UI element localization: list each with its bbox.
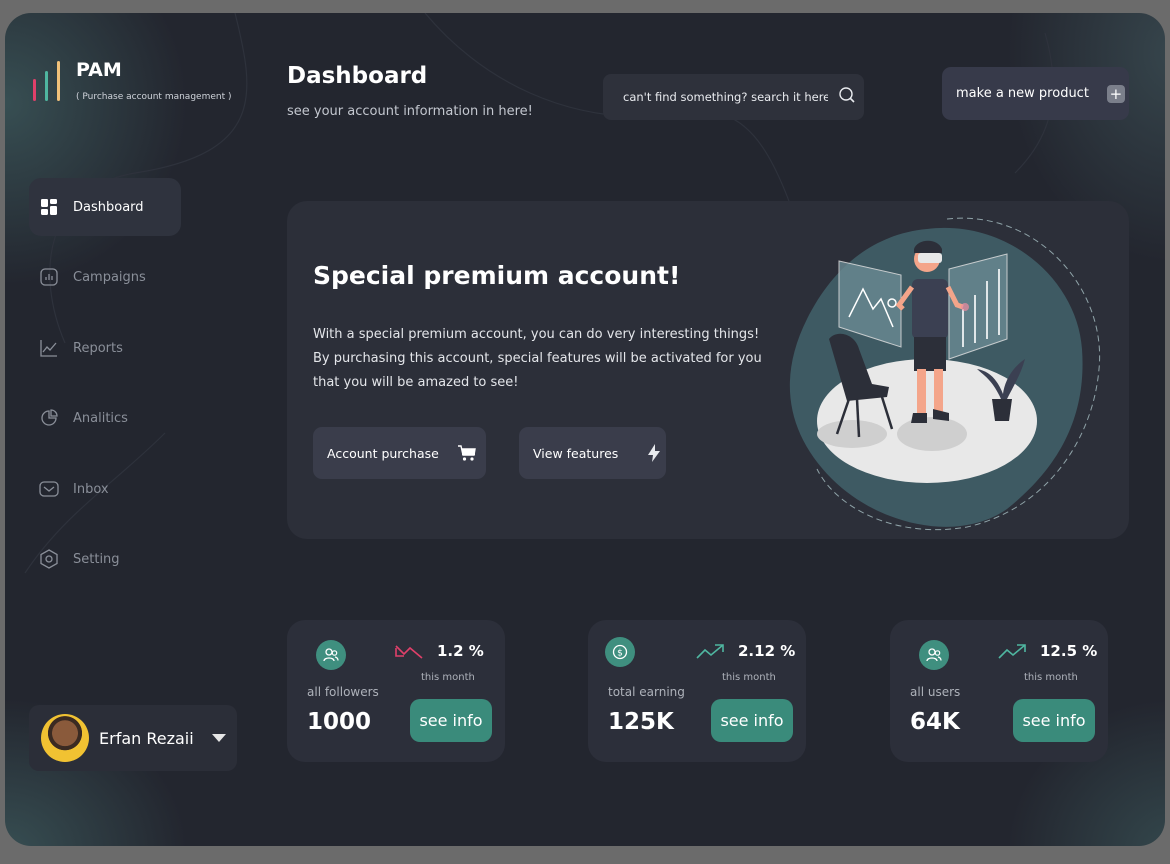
app-subtitle: ( Purchase account management ) <box>76 92 232 102</box>
chevron-down-icon[interactable] <box>211 734 226 742</box>
users-icon <box>316 640 346 670</box>
cart-icon <box>457 445 476 461</box>
stat-period: this month <box>1024 672 1078 683</box>
stat-card-users: 12.5 % this month all users 64K see info <box>890 620 1108 762</box>
account-purchase-label: Account purchase <box>327 445 439 461</box>
pie-chart-icon <box>39 408 59 428</box>
account-purchase-button[interactable]: Account purchase <box>313 427 486 479</box>
sidebar-item-label: Setting <box>73 551 120 567</box>
stat-label: total earning <box>608 685 685 699</box>
search-input[interactable] <box>621 89 830 105</box>
stat-label: all followers <box>307 685 379 699</box>
app-name: PAM <box>76 59 122 81</box>
trend-down-icon <box>395 645 423 659</box>
stat-period: this month <box>421 672 475 683</box>
sidebar-item-label: Analitics <box>73 410 128 426</box>
hero-title: Special premium account! <box>313 261 681 290</box>
new-product-button[interactable]: make a new product + <box>942 67 1129 120</box>
sidebar-item-analitics[interactable]: Analitics <box>29 389 181 447</box>
vr-illustration <box>789 217 1101 531</box>
dashboard-grid-icon <box>39 197 59 217</box>
trend-up-icon <box>998 644 1026 659</box>
sidebar-item-label: Inbox <box>73 481 109 497</box>
stat-card-followers: 1.2 % this month all followers 1000 see … <box>287 620 505 762</box>
gear-hexagon-icon <box>39 549 59 569</box>
stat-card-earning: $ 2.12 % this month total earning 125K s… <box>588 620 806 762</box>
see-info-button[interactable]: see info <box>1013 699 1095 742</box>
trend-up-icon <box>696 644 724 659</box>
app-logo <box>33 61 60 101</box>
svg-text:$: $ <box>617 649 623 659</box>
sidebar-item-reports[interactable]: Reports <box>29 319 181 377</box>
hero-line: By purchasing this account, special feat… <box>313 351 762 390</box>
stat-value: 125K <box>608 709 674 735</box>
sidebar-item-dashboard[interactable]: Dashboard <box>29 178 181 236</box>
line-chart-icon <box>39 338 59 358</box>
view-features-label: View features <box>533 445 619 461</box>
sidebar-item-label: Campaigns <box>73 269 146 285</box>
sidebar-item-campaigns[interactable]: Campaigns <box>29 248 181 306</box>
stat-value: 1000 <box>307 709 372 735</box>
stat-percent: 1.2 % <box>437 642 484 660</box>
users-icon <box>919 640 949 670</box>
search-icon[interactable] <box>838 86 856 108</box>
hero-line: With a special premium account, you can … <box>313 327 760 342</box>
user-profile-menu[interactable]: Erfan Rezaii <box>29 705 237 771</box>
lightning-icon <box>648 444 661 462</box>
stat-period: this month <box>722 672 776 683</box>
stat-percent: 12.5 % <box>1040 642 1098 660</box>
page-subtitle: see your account information in here! <box>287 104 533 119</box>
sidebar-item-label: Dashboard <box>73 199 144 215</box>
sidebar-item-inbox[interactable]: Inbox <box>29 460 181 518</box>
mail-icon <box>39 479 59 499</box>
avatar <box>41 714 89 762</box>
see-info-button[interactable]: see info <box>410 699 492 742</box>
hero-description: With a special premium account, you can … <box>313 323 773 395</box>
new-product-label: make a new product <box>956 86 1089 101</box>
bar-chart-icon <box>39 267 59 287</box>
premium-account-card: Special premium account! With a special … <box>287 201 1129 539</box>
dollar-coin-icon: $ <box>605 637 635 667</box>
stat-value: 64K <box>910 709 960 735</box>
see-info-button[interactable]: see info <box>711 699 793 742</box>
stat-percent: 2.12 % <box>738 642 796 660</box>
plus-icon: + <box>1106 84 1125 103</box>
stat-label: all users <box>910 685 961 699</box>
search-bar[interactable] <box>603 74 864 120</box>
sidebar-item-setting[interactable]: Setting <box>29 530 181 588</box>
profile-name: Erfan Rezaii <box>99 728 194 748</box>
view-features-button[interactable]: View features <box>519 427 666 479</box>
sidebar-item-label: Reports <box>73 340 123 356</box>
app-window: PAM ( Purchase account management ) Dash… <box>5 13 1165 846</box>
page-title: Dashboard <box>287 63 428 89</box>
